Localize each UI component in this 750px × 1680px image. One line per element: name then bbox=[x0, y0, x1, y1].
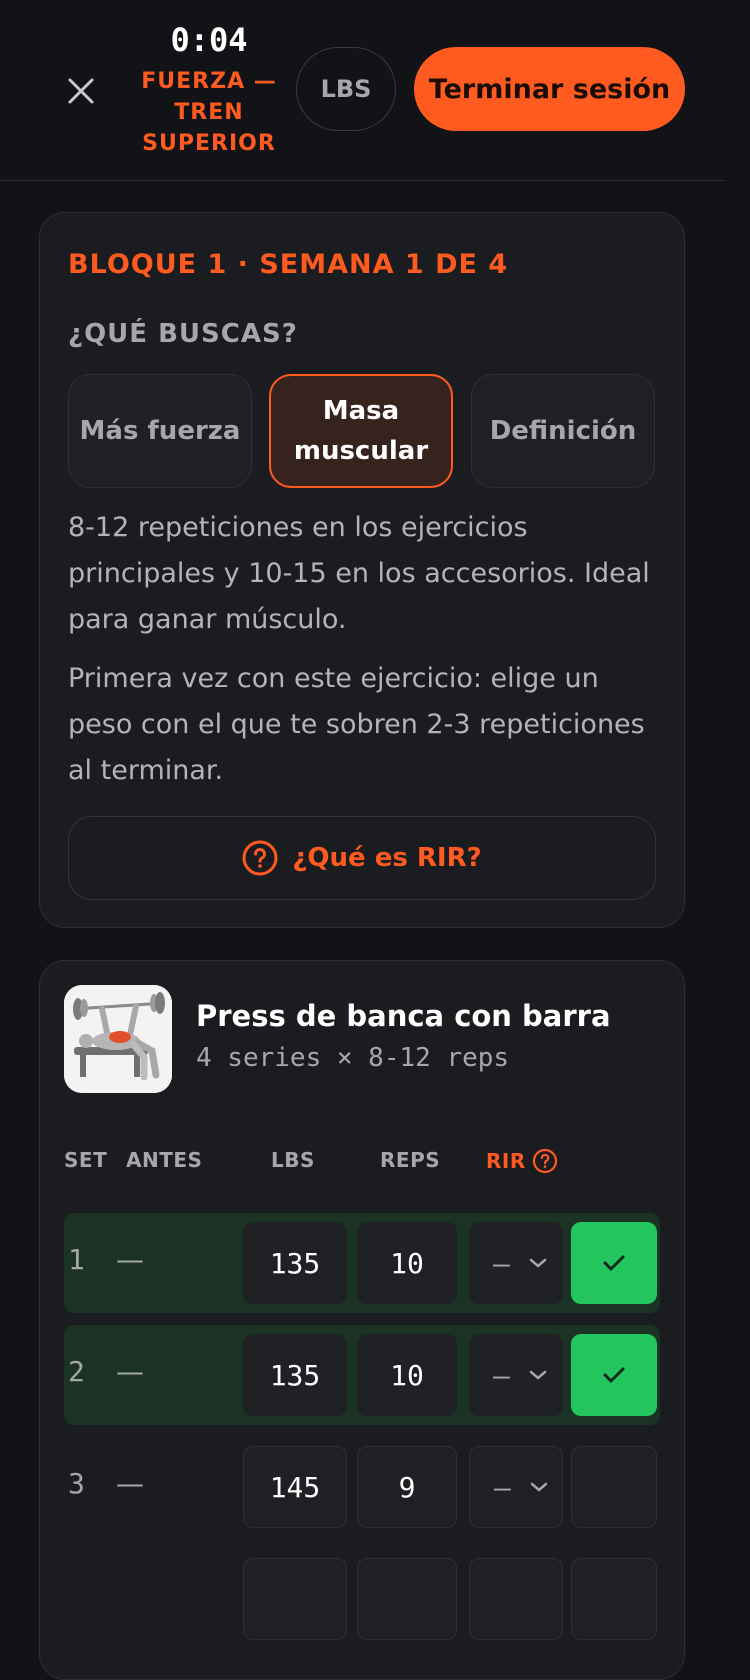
rir-select[interactable] bbox=[469, 1558, 563, 1640]
col-header-reps: REPS bbox=[380, 1148, 441, 1172]
rir-value: — bbox=[494, 1470, 511, 1504]
exercise-card: Press de banca con barra 4 series × 8-12… bbox=[39, 960, 685, 1680]
goal-description: 8-12 repeticiones en los ejercicios prin… bbox=[68, 512, 650, 635]
set-row: 3 — 145 9 — bbox=[64, 1437, 660, 1537]
goal-question: ¿QUÉ BUSCAS? bbox=[68, 319, 298, 349]
chevron-down-icon bbox=[530, 1482, 548, 1492]
complete-set-button[interactable] bbox=[571, 1446, 657, 1528]
check-icon bbox=[603, 1255, 625, 1271]
chevron-down-icon bbox=[529, 1370, 547, 1380]
reps-input[interactable]: 10 bbox=[357, 1222, 457, 1304]
set-previous: — bbox=[116, 1243, 144, 1276]
end-session-button[interactable]: Terminar sesión bbox=[414, 47, 685, 131]
reps-input[interactable]: 9 bbox=[357, 1446, 457, 1528]
rir-select[interactable]: — bbox=[469, 1446, 563, 1528]
session-title: FUERZA — TREN SUPERIOR bbox=[141, 69, 277, 156]
session-timer: 0:04 bbox=[170, 21, 248, 59]
exercise-name: Press de banca con barra bbox=[196, 999, 611, 1033]
weight-input[interactable] bbox=[243, 1558, 347, 1640]
rir-value: — bbox=[493, 1358, 510, 1392]
complete-set-button[interactable] bbox=[571, 1334, 657, 1416]
first-time-tip: Primera vez con este ejercicio: elige un… bbox=[68, 663, 645, 786]
exercise-thumbnail bbox=[64, 985, 172, 1093]
set-previous: — bbox=[116, 1355, 144, 1388]
chevron-down-icon bbox=[529, 1258, 547, 1268]
help-circle-icon bbox=[532, 1148, 557, 1174]
exercise-prescription: 4 series × 8-12 reps bbox=[196, 1043, 510, 1073]
reps-input[interactable]: 10 bbox=[357, 1334, 457, 1416]
set-number: 2 bbox=[68, 1355, 85, 1388]
rir-value: — bbox=[493, 1246, 510, 1280]
rir-select[interactable]: — bbox=[469, 1222, 563, 1304]
what-is-rir-label: ¿Qué es RIR? bbox=[292, 843, 482, 873]
plan-card: BLOQUE 1 · SEMANA 1 DE 4 ¿QUÉ BUSCAS? Má… bbox=[39, 212, 685, 928]
session-header: 0:04 FUERZA — TREN SUPERIOR LBS Terminar… bbox=[0, 0, 724, 181]
set-previous: — bbox=[116, 1467, 144, 1500]
check-icon bbox=[603, 1367, 625, 1383]
weight-input[interactable]: 135 bbox=[243, 1222, 347, 1304]
goal-option-label: Masa muscular bbox=[293, 396, 429, 466]
goal-option-label: Más fuerza bbox=[79, 416, 241, 446]
set-row bbox=[64, 1549, 660, 1649]
what-is-rir-button[interactable]: ¿Qué es RIR? bbox=[68, 816, 656, 900]
close-button[interactable] bbox=[60, 70, 102, 112]
col-header-rir[interactable]: RIR bbox=[486, 1148, 558, 1174]
col-header-rir-label: RIR bbox=[486, 1149, 526, 1173]
bench-press-illustration bbox=[64, 985, 172, 1093]
weight-input[interactable]: 145 bbox=[243, 1446, 347, 1528]
col-header-weight: LBS bbox=[271, 1148, 315, 1172]
reps-input[interactable] bbox=[357, 1558, 457, 1640]
set-row: 1 — 135 10 — bbox=[64, 1213, 660, 1313]
block-label: BLOQUE 1 · SEMANA 1 DE 4 bbox=[68, 249, 509, 280]
set-number: 1 bbox=[68, 1243, 85, 1276]
complete-set-button[interactable] bbox=[571, 1558, 657, 1640]
close-icon bbox=[68, 78, 94, 104]
col-header-set: SET bbox=[64, 1148, 108, 1172]
help-circle-icon bbox=[242, 840, 278, 876]
goal-option-label: Definición bbox=[489, 416, 637, 446]
set-number: 3 bbox=[68, 1467, 85, 1500]
timer-block: 0:04 FUERZA — TREN SUPERIOR bbox=[140, 20, 278, 159]
col-header-before: ANTES bbox=[126, 1148, 203, 1172]
goal-option-definition[interactable]: Definición bbox=[471, 374, 655, 488]
goal-option-muscle[interactable]: Masa muscular bbox=[269, 374, 453, 488]
complete-set-button[interactable] bbox=[571, 1222, 657, 1304]
rir-select[interactable]: — bbox=[469, 1334, 563, 1416]
set-row: 2 — 135 10 — bbox=[64, 1325, 660, 1425]
goal-option-strength[interactable]: Más fuerza bbox=[68, 374, 252, 488]
weight-input[interactable]: 135 bbox=[243, 1334, 347, 1416]
unit-toggle-button[interactable]: LBS bbox=[296, 47, 396, 131]
